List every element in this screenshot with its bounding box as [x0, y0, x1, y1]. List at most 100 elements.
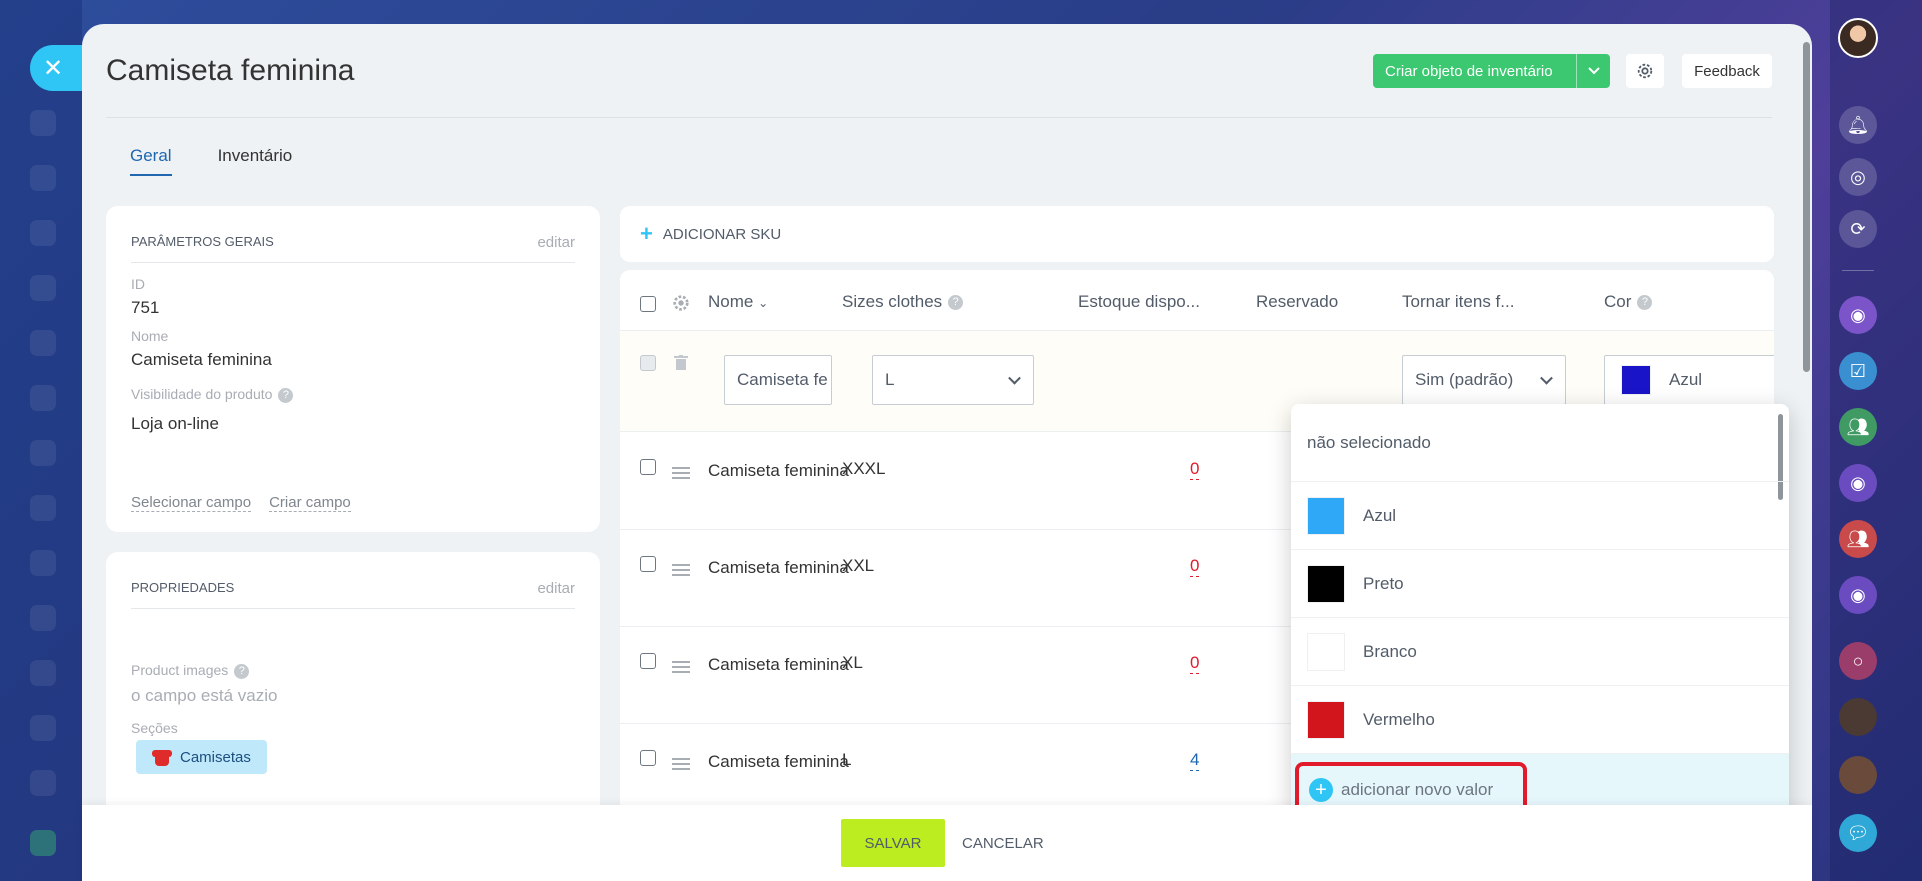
sidebar-divider — [1842, 270, 1874, 271]
add-sku-button[interactable]: + ADICIONAR SKU — [620, 206, 1774, 262]
plus-icon: + — [640, 221, 653, 246]
section-chip[interactable]: Camisetas — [136, 740, 267, 774]
general-params-title: PARÂMETROS GERAIS — [131, 234, 274, 249]
make-items-select[interactable]: Sim (padrão) — [1402, 355, 1566, 405]
footer-bar: SALVAR CANCELAR — [82, 805, 1812, 881]
visibility-value: Loja on-line — [131, 414, 219, 433]
close-icon: ✕ — [42, 54, 64, 82]
row-size: XL — [842, 653, 863, 672]
group-icon[interactable]: 👥︎ — [1839, 408, 1877, 446]
id-value: 751 — [131, 298, 160, 317]
close-slider-button[interactable]: ✕ — [30, 45, 86, 91]
left-menu-strip — [0, 0, 82, 881]
row-stock[interactable]: 0 — [1190, 653, 1200, 674]
help-icon: ? — [948, 295, 964, 311]
color-option[interactable]: Azul — [1291, 482, 1789, 550]
gear-icon — [1637, 63, 1653, 79]
sync-icon[interactable]: ⟳ — [1839, 210, 1877, 248]
chat-icon[interactable]: ◉ — [1839, 576, 1877, 614]
sku-name-input[interactable]: Camiseta fe — [724, 355, 832, 405]
row-stock[interactable]: 4 — [1190, 750, 1200, 771]
properties-edit-link[interactable]: editar — [537, 580, 575, 597]
visibility-label: Visibilidade do produto? — [131, 386, 294, 403]
column-header-reserved[interactable]: Reservado — [1256, 292, 1338, 312]
color-swatch — [1307, 564, 1345, 603]
contact-avatar[interactable] — [1839, 756, 1877, 794]
column-header-sizes[interactable]: Sizes clothes? — [842, 292, 964, 312]
chat-icon[interactable]: ◉ — [1839, 296, 1877, 334]
create-inventory-button[interactable]: Criar objeto de inventário — [1373, 54, 1610, 88]
select-all-checkbox[interactable] — [640, 296, 656, 312]
row-name: Camiseta feminina — [708, 461, 849, 480]
row-checkbox[interactable] — [640, 750, 656, 766]
row-size: XXL — [842, 556, 875, 575]
page-title: Camiseta feminina — [106, 54, 355, 87]
header-divider — [106, 117, 1772, 118]
settings-button[interactable] — [1626, 54, 1664, 88]
name-value: Camiseta feminina — [131, 350, 272, 369]
help-icon[interactable]: ? — [278, 387, 294, 403]
save-button[interactable]: SALVAR — [841, 819, 945, 867]
drag-handle-icon[interactable] — [672, 564, 690, 576]
row-size: L — [842, 750, 852, 769]
color-select[interactable]: Azul — [1604, 355, 1774, 405]
row-checkbox[interactable] — [640, 653, 656, 669]
bell-icon[interactable]: 🔔︎ — [1839, 106, 1877, 144]
drag-handle-icon[interactable] — [672, 467, 690, 479]
row-checkbox[interactable] — [640, 556, 656, 572]
task-icon[interactable]: ☑ — [1839, 352, 1877, 390]
chevron-down-icon[interactable] — [1576, 54, 1610, 88]
column-header-name[interactable]: Nome ⌄ — [708, 292, 768, 312]
field-links: Selecionar campo Criar campo — [131, 494, 351, 512]
row-stock[interactable]: 0 — [1190, 459, 1200, 480]
column-header-make[interactable]: Tornar itens f... — [1402, 292, 1514, 312]
color-option[interactable]: Branco — [1291, 618, 1789, 686]
user-avatar[interactable] — [1838, 18, 1878, 58]
panel-scrollbar[interactable] — [1803, 42, 1810, 372]
chevron-down-icon — [1008, 371, 1021, 385]
sections-label: Seções — [131, 720, 178, 736]
row-name: Camiseta feminina — [708, 558, 849, 577]
cancel-button[interactable]: CANCELAR — [962, 819, 1044, 867]
row-stock[interactable]: 0 — [1190, 556, 1200, 577]
color-option[interactable]: Vermelho — [1291, 686, 1789, 754]
select-field-link[interactable]: Selecionar campo — [131, 494, 252, 512]
column-header-color[interactable]: Cor? — [1604, 292, 1653, 312]
color-swatch — [1307, 700, 1345, 739]
create-field-link[interactable]: Criar campo — [269, 494, 351, 512]
chat-icon[interactable]: ◉ — [1839, 464, 1877, 502]
target-icon[interactable]: ◎ — [1839, 158, 1877, 196]
size-select[interactable]: L — [872, 355, 1034, 405]
chevron-down-icon — [1540, 371, 1553, 385]
color-swatch — [1307, 496, 1345, 535]
column-settings-icon[interactable] — [672, 294, 690, 312]
create-inventory-label: Criar objeto de inventário — [1385, 62, 1553, 80]
contact-avatar[interactable] — [1839, 698, 1877, 736]
column-header-stock[interactable]: Estoque dispo... — [1078, 292, 1200, 312]
add-sku-label: ADICIONAR SKU — [662, 225, 782, 243]
name-label: Nome — [131, 328, 169, 344]
message-icon[interactable]: 💬︎ — [1839, 814, 1877, 852]
section-chip-label: Camisetas — [180, 748, 251, 766]
help-icon[interactable]: ? — [234, 663, 250, 679]
row-checkbox[interactable] — [640, 459, 656, 475]
color-dropdown: não selecionado Azul Preto Branco Vermel… — [1291, 404, 1789, 824]
trash-icon[interactable] — [674, 355, 688, 371]
drag-handle-icon[interactable] — [672, 758, 690, 770]
group-icon[interactable]: 👥︎ — [1839, 520, 1877, 558]
general-params-edit-link[interactable]: editar — [537, 234, 575, 251]
row-name: Camiseta feminina — [708, 752, 849, 771]
color-option-none[interactable]: não selecionado — [1291, 404, 1789, 482]
circle-icon[interactable]: ○ — [1839, 642, 1877, 680]
product-images-label: Product images? — [131, 662, 250, 679]
drag-handle-icon[interactable] — [672, 661, 690, 673]
tshirt-icon — [152, 747, 172, 767]
row-checkbox — [640, 355, 656, 371]
feedback-button[interactable]: Feedback — [1682, 54, 1772, 88]
product-images-empty: o campo está vazio — [131, 686, 278, 705]
tab-geral[interactable]: Geral — [130, 146, 172, 176]
chevron-down-icon: ⌄ — [758, 296, 769, 310]
row-size: XXXL — [842, 459, 886, 478]
color-option[interactable]: Preto — [1291, 550, 1789, 618]
tab-inventario[interactable]: Inventário — [218, 146, 293, 176]
